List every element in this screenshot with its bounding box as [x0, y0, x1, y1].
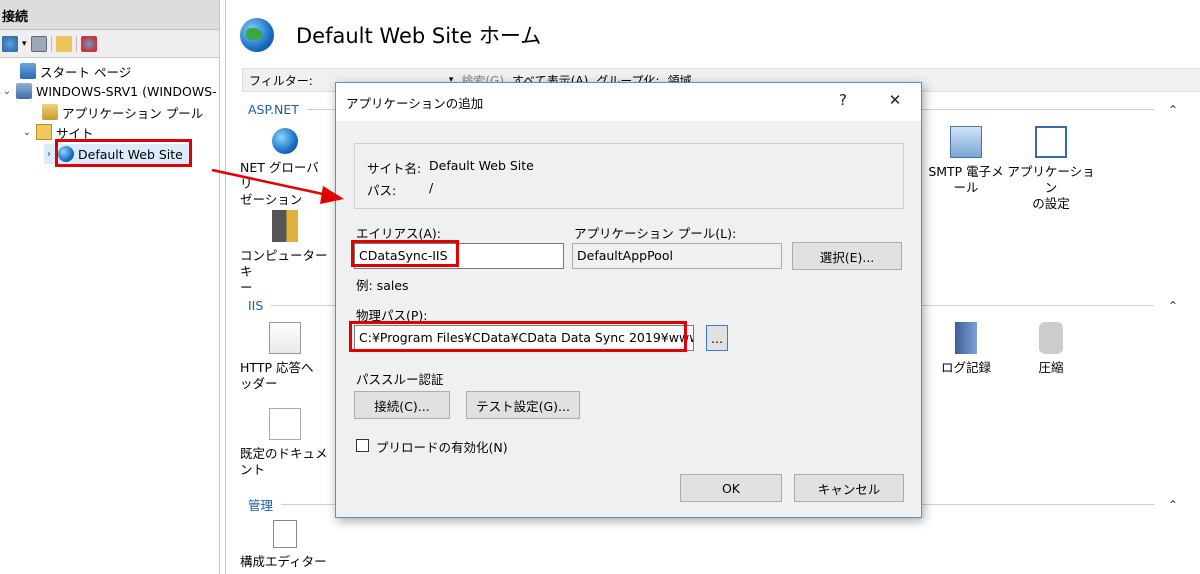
- physical-path-input[interactable]: C:¥Program Files¥CData¥CData Data Sync 2…: [354, 325, 694, 351]
- chevron-down-icon[interactable]: ⌄: [2, 86, 12, 97]
- connections-header: 接続: [0, 0, 219, 30]
- machine-key-icon: [272, 210, 298, 242]
- cancel-button[interactable]: キャンセル: [794, 474, 904, 502]
- alias-label: エイリアス(A):: [356, 226, 442, 241]
- tree-item-start-page[interactable]: スタート ページ: [20, 61, 131, 81]
- app-pool-label: アプリケーション プール(L):: [574, 226, 737, 241]
- config-editor-icon: [273, 520, 297, 548]
- feature-default-document[interactable]: 既定のドキュメ ント: [240, 408, 330, 478]
- compression-icon: [1039, 322, 1063, 354]
- feature-machine-key[interactable]: コンピューター キ ー: [240, 210, 330, 296]
- preload-label: プリロードの有効化(N): [376, 440, 508, 455]
- alias-example: 例: sales: [356, 278, 409, 293]
- test-settings-button[interactable]: テスト設定(G)...: [466, 391, 580, 419]
- site-name-value: Default Web Site: [429, 158, 534, 173]
- http-headers-icon: [269, 322, 301, 354]
- app-settings-icon: [1035, 126, 1067, 158]
- select-app-pool-button[interactable]: 選択(E)...: [792, 242, 902, 270]
- connect-as-button[interactable]: 接続(C)...: [354, 391, 450, 419]
- logging-icon: [955, 322, 977, 354]
- filter-label: フィルター:: [249, 73, 313, 88]
- app-pool-field: DefaultAppPool: [572, 243, 782, 269]
- feature-config-editor[interactable]: 構成エディター: [240, 520, 330, 570]
- path-label: パス:: [367, 183, 397, 198]
- page-title-row: Default Web Site ホーム: [240, 18, 541, 52]
- collapse-icon[interactable]: ⌃: [1168, 498, 1178, 512]
- connections-toolbar: ▾: [0, 30, 219, 58]
- collapse-icon[interactable]: ⌃: [1168, 103, 1178, 117]
- tree-item-default-web-site[interactable]: › Default Web Site: [44, 144, 189, 164]
- disconnect-icon[interactable]: [80, 35, 97, 52]
- save-icon[interactable]: [30, 35, 47, 52]
- up-folder-icon[interactable]: [55, 35, 72, 52]
- default-document-icon: [269, 408, 301, 440]
- globe-icon: [58, 146, 74, 162]
- tree-item-sites[interactable]: ⌄ サイト: [22, 122, 94, 142]
- passthrough-auth-label: パススルー認証: [356, 372, 444, 387]
- page-title: Default Web Site ホーム: [296, 24, 542, 48]
- chevron-right-icon[interactable]: ›: [44, 149, 54, 160]
- dialog-title: アプリケーションの追加: [346, 95, 484, 111]
- dropdown-icon[interactable]: ▾: [22, 39, 27, 49]
- globe-icon: [240, 18, 274, 52]
- server-icon: [16, 83, 32, 99]
- help-button[interactable]: ?: [832, 91, 854, 109]
- globe-icon: [272, 128, 298, 154]
- add-application-dialog: アプリケーションの追加 ? ✕ サイト名: Default Web Site パ…: [335, 82, 922, 518]
- site-name-label: サイト名:: [367, 161, 422, 176]
- feature-logging[interactable]: ログ記録: [921, 322, 1011, 376]
- connect-icon[interactable]: [2, 35, 18, 52]
- tree-item-app-pools[interactable]: アプリケーション プール: [42, 102, 203, 122]
- feature-net-globalization[interactable]: NET グローバリ ゼーション: [240, 126, 330, 208]
- feature-app-settings[interactable]: アプリケーション の設定: [1006, 126, 1096, 212]
- sites-folder-icon: [36, 124, 52, 140]
- smtp-email-icon: [950, 126, 982, 158]
- preload-checkbox[interactable]: [356, 439, 369, 452]
- feature-compression[interactable]: 圧縮: [1006, 322, 1096, 376]
- start-page-icon: [20, 63, 36, 79]
- feature-smtp[interactable]: SMTP 電子メ ール: [921, 126, 1011, 196]
- close-button[interactable]: ✕: [884, 91, 906, 109]
- browse-button[interactable]: ...: [706, 325, 728, 351]
- dialog-titlebar: アプリケーションの追加 ? ✕: [336, 83, 921, 121]
- site-info-box: サイト名: Default Web Site パス: /: [354, 143, 904, 209]
- feature-http-headers[interactable]: HTTP 応答へ ッダー: [240, 322, 330, 392]
- ok-button[interactable]: OK: [680, 474, 782, 502]
- physical-path-label: 物理パス(P):: [356, 308, 428, 323]
- collapse-icon[interactable]: ⌃: [1168, 299, 1178, 313]
- connections-pane: 接続 ▾ スタート ページ ⌄ WINDOWS-SRV1 (WINDOWS- ア…: [0, 0, 220, 574]
- path-value: /: [429, 180, 434, 195]
- app-pool-icon: [42, 104, 58, 120]
- chevron-down-icon[interactable]: ⌄: [22, 127, 32, 138]
- tree-item-server[interactable]: ⌄ WINDOWS-SRV1 (WINDOWS-: [2, 81, 217, 101]
- alias-input[interactable]: CDataSync-IIS: [354, 243, 564, 269]
